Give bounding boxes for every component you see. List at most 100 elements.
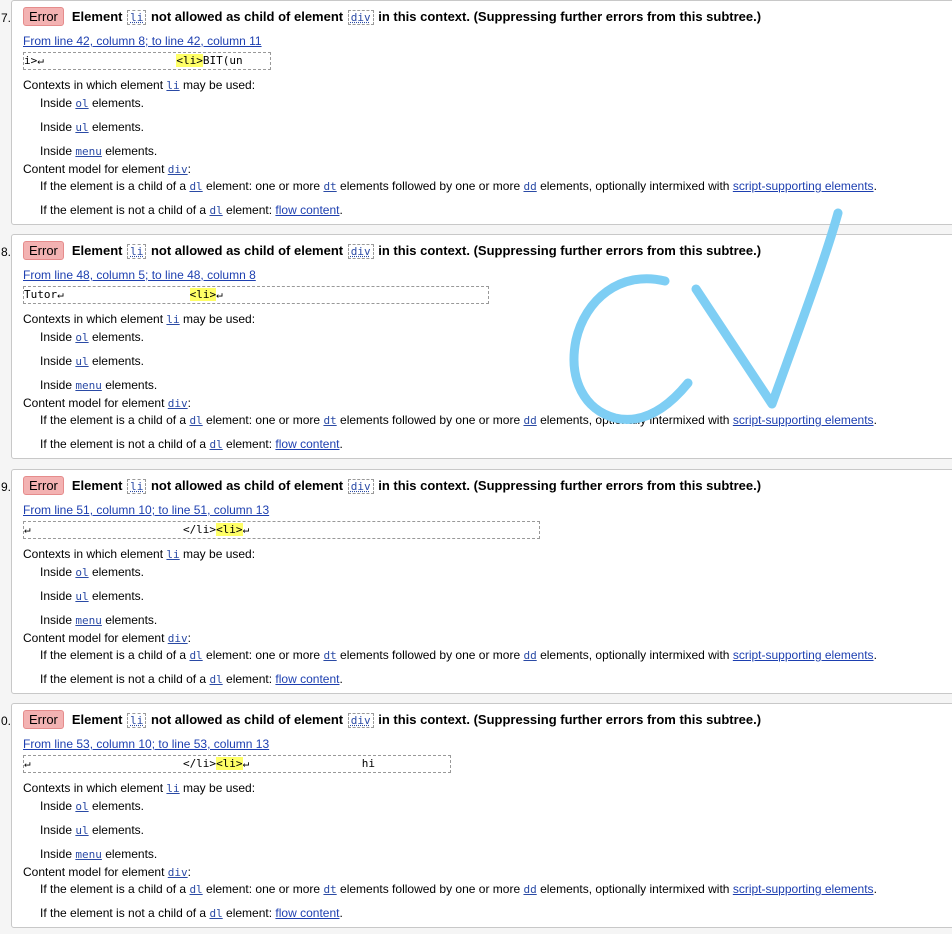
contexts-post: may be used: [183,547,256,561]
location-link[interactable]: From line 48, column 5; to line 48, colu… [23,268,256,282]
cond1-mid2: elements followed by one or more [340,882,521,896]
li-link[interactable]: li [166,313,179,326]
content-model-line: Content model for element div: [23,631,191,645]
period: . [339,906,343,920]
menu-link[interactable]: menu [75,848,102,861]
dd-link[interactable]: dd [523,649,536,662]
ul-link[interactable]: ul [75,590,88,603]
dl-link[interactable]: dl [189,883,202,896]
cond1-mid2: elements followed by one or more [340,179,521,193]
contexts-line: Contexts in which element li may be used… [23,78,255,92]
inside-text: Inside [40,823,73,837]
content-model-line: Content model for element div: [23,396,191,410]
location-link[interactable]: From line 51, column 10; to line 51, col… [23,503,269,517]
dd-link[interactable]: dd [523,414,536,427]
colon: : [187,396,191,410]
dl-link[interactable]: dl [209,438,222,451]
period: . [873,179,877,193]
context-ul: Inside ul elements. [40,354,144,368]
error-header: Error Element li not allowed as child of … [23,7,761,27]
menu-link[interactable]: menu [75,614,102,627]
element-li-code[interactable]: li [127,713,147,728]
cond1-mid1: element: one or more [206,882,321,896]
menu-link[interactable]: menu [75,145,102,158]
li-link[interactable]: li [166,548,179,561]
context-menu: Inside menu elements. [40,847,157,861]
dl-link[interactable]: dl [209,673,222,686]
element-li-code[interactable]: li [127,10,147,25]
contexts-post: may be used: [183,312,256,326]
flow-content-link[interactable]: flow content [275,437,339,451]
element-li-code[interactable]: li [127,479,147,494]
dl-link[interactable]: dl [209,907,222,920]
context-text: in this context. (Suppressing further er… [378,9,762,24]
content-model-text: Content model for element [23,396,165,410]
extract-highlight: <li> [176,54,203,67]
contexts-post: may be used: [183,781,256,795]
ul-link[interactable]: ul [75,824,88,837]
li-link[interactable]: li [166,782,179,795]
dl-link[interactable]: dl [189,180,202,193]
cond1-mid1: element: one or more [206,179,321,193]
error-number: 0. [1,714,12,728]
dt-link[interactable]: dt [323,649,336,662]
elements-text: elements. [91,120,144,134]
error-number: 9. [1,480,12,494]
dl-link[interactable]: dl [209,204,222,217]
ol-link[interactable]: ol [75,331,88,344]
dd-link[interactable]: dd [523,883,536,896]
div-link[interactable]: div [168,866,188,879]
flow-content-link[interactable]: flow content [275,672,339,686]
inside-text: Inside [40,354,73,368]
inside-text: Inside [40,120,73,134]
context-text: in this context. (Suppressing further er… [378,243,762,258]
element-div-code[interactable]: div [347,713,374,728]
contexts-line: Contexts in which element li may be used… [23,312,255,326]
menu-link[interactable]: menu [75,379,102,392]
cond1-mid1: element: one or more [206,648,321,662]
ul-link[interactable]: ul [75,355,88,368]
script-supporting-link[interactable]: script-supporting elements [733,179,874,193]
element-div-code[interactable]: div [347,10,374,25]
ol-link[interactable]: ol [75,97,88,110]
cond1-pre: If the element is a child of a [40,882,187,896]
ol-link[interactable]: ol [75,800,88,813]
dl-link[interactable]: dl [189,414,202,427]
script-supporting-link[interactable]: script-supporting elements [733,882,874,896]
element-div-code[interactable]: div [347,244,374,259]
div-link[interactable]: div [168,397,188,410]
location-link[interactable]: From line 53, column 10; to line 53, col… [23,737,269,751]
elements-text: elements. [91,354,144,368]
extract-before: i>↵ [24,54,177,67]
contexts-pre: Contexts in which element [23,781,164,795]
element-li-code[interactable]: li [127,244,147,259]
context-ol: Inside ol elements. [40,565,144,579]
flow-content-link[interactable]: flow content [275,203,339,217]
flow-content-link[interactable]: flow content [275,906,339,920]
colon: : [187,865,191,879]
div-link[interactable]: div [168,163,188,176]
dt-link[interactable]: dt [323,883,336,896]
context-ul: Inside ul elements. [40,120,144,134]
context-ol: Inside ol elements. [40,330,144,344]
extract-after: BIT(un [202,54,243,67]
script-supporting-link[interactable]: script-supporting elements [733,413,874,427]
content-model-flow: If the element is not a child of a dl el… [40,203,343,217]
inside-text: Inside [40,96,73,110]
dt-link[interactable]: dt [323,414,336,427]
error-number: 8. [1,245,12,259]
dt-link[interactable]: dt [323,180,336,193]
extract-before: ↵ </li> [24,757,217,770]
context-ol: Inside ol elements. [40,799,144,813]
dl-link[interactable]: dl [189,649,202,662]
dd-link[interactable]: dd [523,180,536,193]
ol-link[interactable]: ol [75,566,88,579]
location-link[interactable]: From line 42, column 8; to line 42, colu… [23,34,262,48]
li-link[interactable]: li [166,79,179,92]
element-div-code[interactable]: div [347,479,374,494]
cond2-pre: If the element is not a child of a [40,203,207,217]
div-link[interactable]: div [168,632,188,645]
error-number: 7. [1,11,12,25]
ul-link[interactable]: ul [75,121,88,134]
script-supporting-link[interactable]: script-supporting elements [733,648,874,662]
